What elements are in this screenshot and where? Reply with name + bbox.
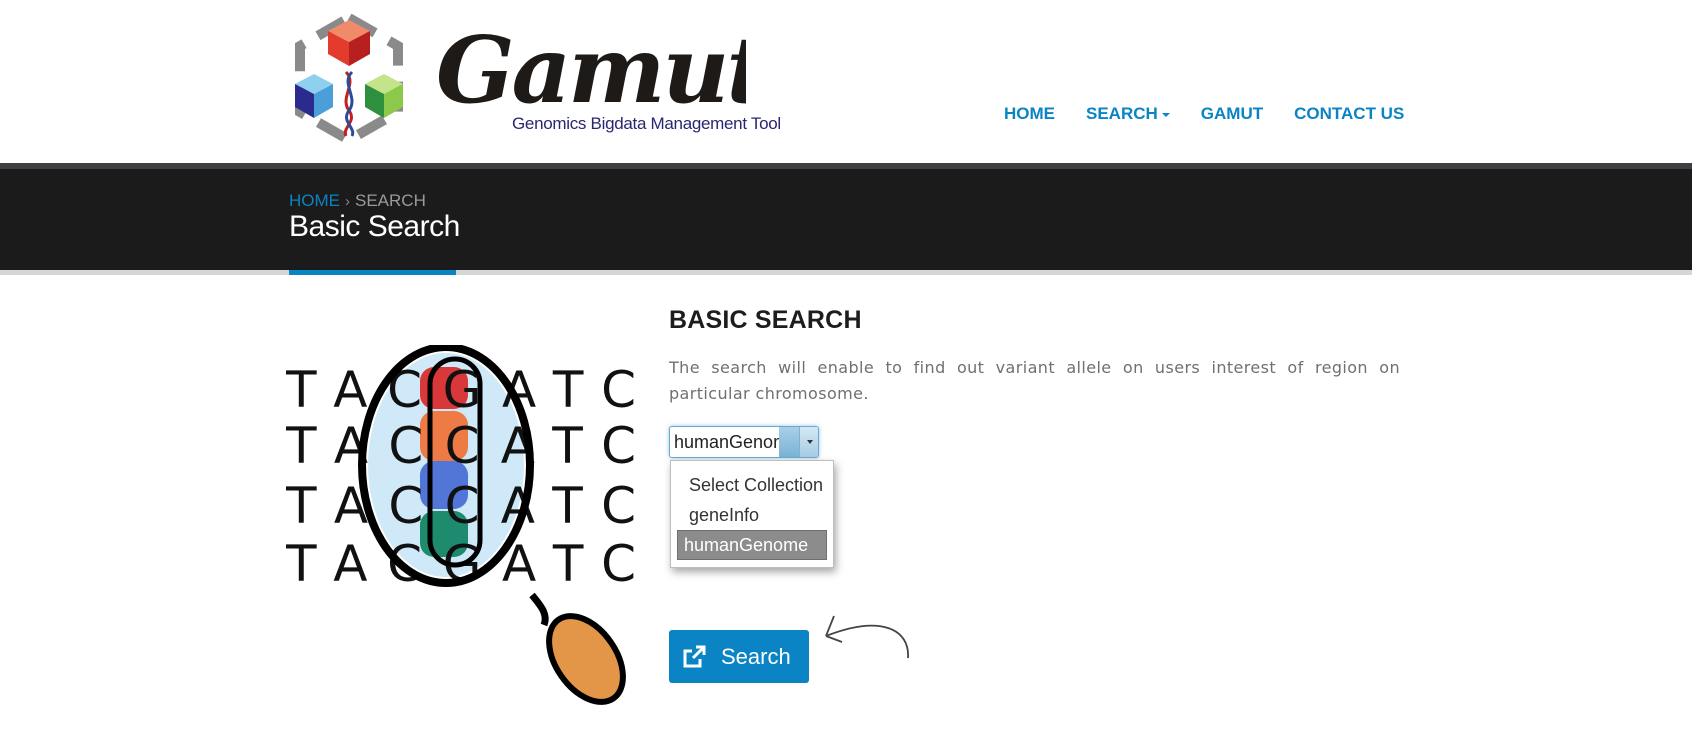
external-link-icon (683, 645, 706, 667)
search-button[interactable]: Search (669, 630, 809, 683)
select-toggle-area (779, 427, 799, 457)
section-description: The search will enable to find out varia… (669, 358, 1400, 403)
section-title: BASIC SEARCH (669, 306, 862, 334)
logo-wordmark-text: Gamut (436, 18, 746, 124)
collection-dropdown: Select Collection geneInfo humanGenome (670, 460, 834, 568)
title-bar-divider (0, 270, 1692, 275)
dropdown-option-select-collection[interactable]: Select Collection (677, 470, 827, 500)
page-title-bar (0, 163, 1692, 270)
logo-cubes-icon (295, 12, 403, 146)
collection-select-value: humanGenome (674, 432, 784, 452)
dna-row: TACGATC (286, 361, 636, 419)
search-button-label: Search (721, 643, 791, 669)
nav-search-label: SEARCH (1086, 104, 1158, 123)
caret-down-icon (807, 440, 813, 444)
nav-gamut[interactable]: GAMUT (1201, 104, 1263, 124)
page-title: Basic Search (289, 210, 460, 243)
nav-search[interactable]: SEARCH (1086, 104, 1170, 124)
site-header: Gamut Genomics Bigdata Management Tool H… (0, 0, 1692, 163)
dna-row: TACCATC (286, 477, 636, 535)
caret-down-icon (1161, 112, 1170, 117)
curved-arrow-icon (825, 615, 909, 659)
nav-home[interactable]: HOME (1004, 104, 1055, 124)
chevron-right-icon: › (345, 193, 350, 210)
logo-tagline: Genomics Bigdata Management Tool (512, 114, 781, 133)
breadcrumb: HOME › SEARCH (289, 191, 426, 211)
dropdown-option-humangenome[interactable]: humanGenome (677, 530, 827, 560)
collection-select[interactable]: humanGenome (669, 426, 819, 458)
main-nav: HOME SEARCH GAMUT CONTACT US (1004, 104, 1435, 124)
magnifier-dna-illustration: TACGATC TACCATC TACCATC TACGATC (286, 345, 636, 705)
dna-row: TACCATC (286, 417, 636, 475)
dropdown-option-geneinfo[interactable]: geneInfo (677, 500, 827, 530)
nav-contact-us[interactable]: CONTACT US (1294, 104, 1404, 124)
logo-wordmark: Gamut (436, 18, 746, 124)
dna-letters: TACGATC TACCATC TACCATC TACGATC (286, 361, 636, 593)
title-accent-bar (289, 270, 456, 275)
breadcrumb-home[interactable]: HOME (289, 191, 340, 210)
breadcrumb-current: SEARCH (355, 191, 426, 210)
